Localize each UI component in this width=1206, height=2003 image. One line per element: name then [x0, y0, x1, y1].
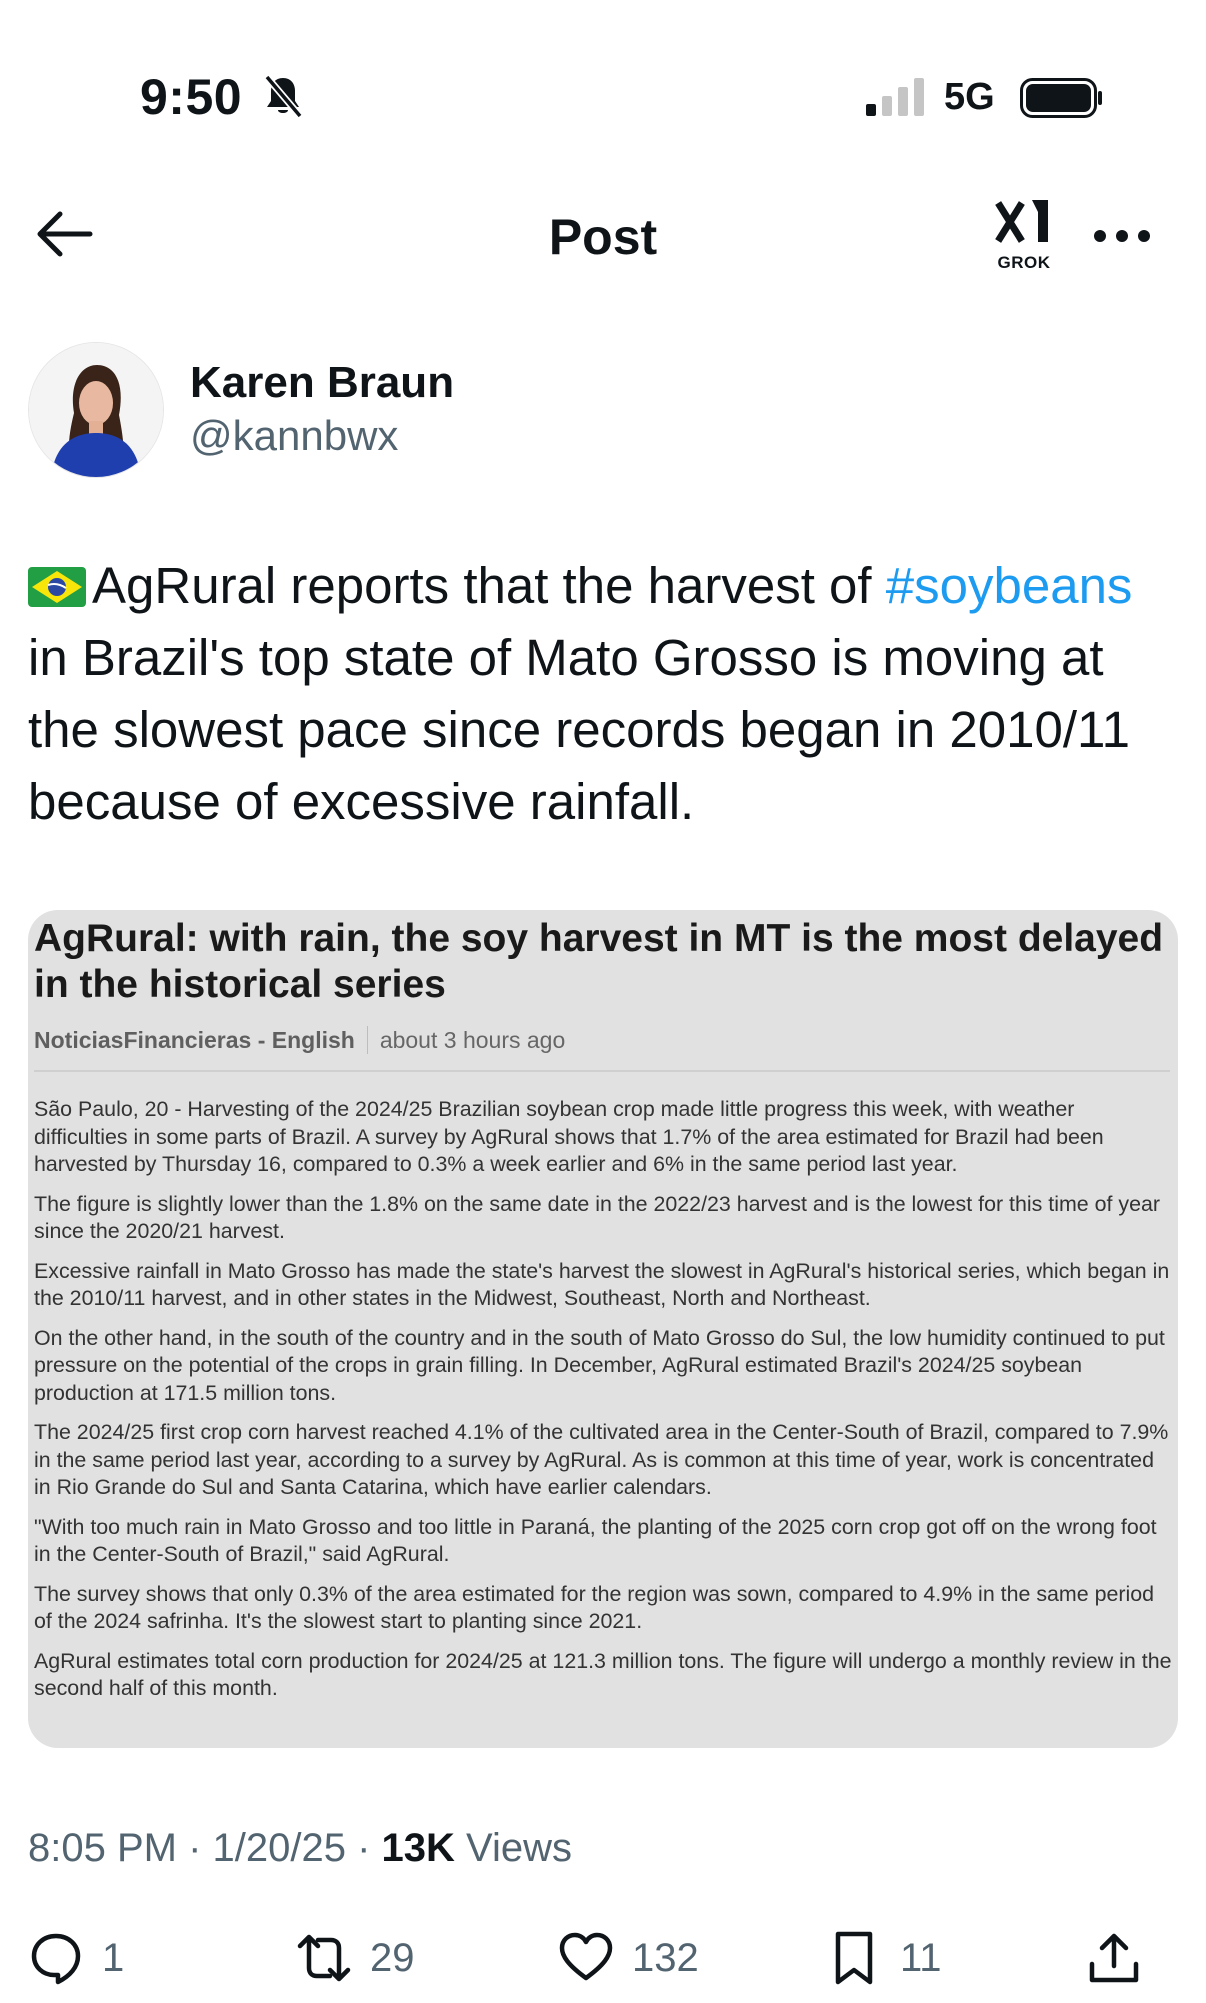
article-paragraph: AgRural estimates total corn production … [34, 1648, 1172, 1701]
article-paragraph: The 2024/25 first crop corn harvest reac… [34, 1420, 1169, 1499]
bookmark-count: 11 [900, 1935, 942, 1980]
article-meta-divider [366, 1026, 368, 1054]
article-divider [34, 1070, 1170, 1072]
grok-label: GROK [997, 253, 1051, 272]
article-source: NoticiasFinancieras - English [34, 1027, 355, 1053]
article-paragraph: Excessive rainfall in Mato Grosso has ma… [34, 1258, 1170, 1311]
meta-separator: · [345, 1826, 382, 1870]
article-paragraph: São Paulo, 20 - Harvesting of the 2024/2… [34, 1097, 1104, 1176]
article-paragraph: The survey shows that only 0.3% of the a… [34, 1581, 1155, 1634]
avatar[interactable] [28, 342, 164, 478]
article-paragraph: The figure is slightly lower than the 1.… [34, 1191, 1161, 1244]
tweet-text-start: AgRural reports that the harvest of [92, 557, 886, 614]
brazil-flag-icon [28, 554, 86, 607]
author-name[interactable]: Karen Braun [190, 358, 454, 408]
repost-icon [297, 1934, 351, 1982]
author-handle[interactable]: @kannbwx [190, 412, 398, 460]
article-meta: NoticiasFinancieras - English about 3 hou… [34, 1026, 565, 1054]
like-icon [559, 1932, 613, 1981]
bell-slash-icon [262, 74, 304, 119]
share-button[interactable] [1086, 1930, 1142, 1986]
network-type: 5G [944, 76, 995, 118]
like-button[interactable]: 132 [558, 1930, 699, 1986]
views-count[interactable]: 13K [382, 1826, 455, 1870]
reply-icon [31, 1933, 81, 1985]
post-meta: 8:05 PM · 1/20/25 · 13K Views [28, 1826, 572, 1871]
article-paragraph: On the other hand, in the south of the c… [34, 1325, 1165, 1405]
hashtag-link[interactable]: #soybeans [886, 557, 1133, 614]
article-paragraph: "With too much rain in Mato Grosso and t… [34, 1514, 1157, 1567]
bookmark-icon [835, 1931, 873, 1985]
grok-icon [995, 200, 1048, 243]
battery-icon [1020, 78, 1104, 118]
article-title: AgRural: with rain, the soy harvest in M… [34, 917, 1164, 1006]
bookmark-button[interactable]: 11 [826, 1930, 942, 1986]
repost-button[interactable]: 29 [296, 1930, 415, 1986]
tweet-text: AgRural reports that the harvest of #soy… [28, 550, 1178, 838]
repost-count: 29 [370, 1935, 415, 1980]
reply-count: 1 [102, 1935, 125, 1980]
signal-icon [866, 78, 926, 116]
reply-button[interactable]: 1 [28, 1930, 124, 1986]
share-icon [1089, 1933, 1139, 1983]
post-date: 1/20/25 [212, 1826, 346, 1870]
status-time: 9:50 [140, 69, 243, 125]
more-icon[interactable] [1090, 218, 1154, 254]
views-label: Views [454, 1826, 573, 1870]
post-time: 8:05 PM [28, 1826, 177, 1870]
meta-separator: · [176, 1826, 213, 1870]
like-count: 132 [632, 1935, 699, 1980]
tweet-text-end: in Brazil's top state of Mato Grosso is … [28, 629, 1130, 830]
article-image[interactable]: AgRural: with rain, the soy harvest in M… [28, 910, 1178, 1748]
grok-button[interactable]: GROK [990, 196, 1058, 276]
article-time: about 3 hours ago [379, 1027, 566, 1053]
article-body: São Paulo, 20 - Harvesting of the 2024/2… [34, 1096, 1172, 1715]
